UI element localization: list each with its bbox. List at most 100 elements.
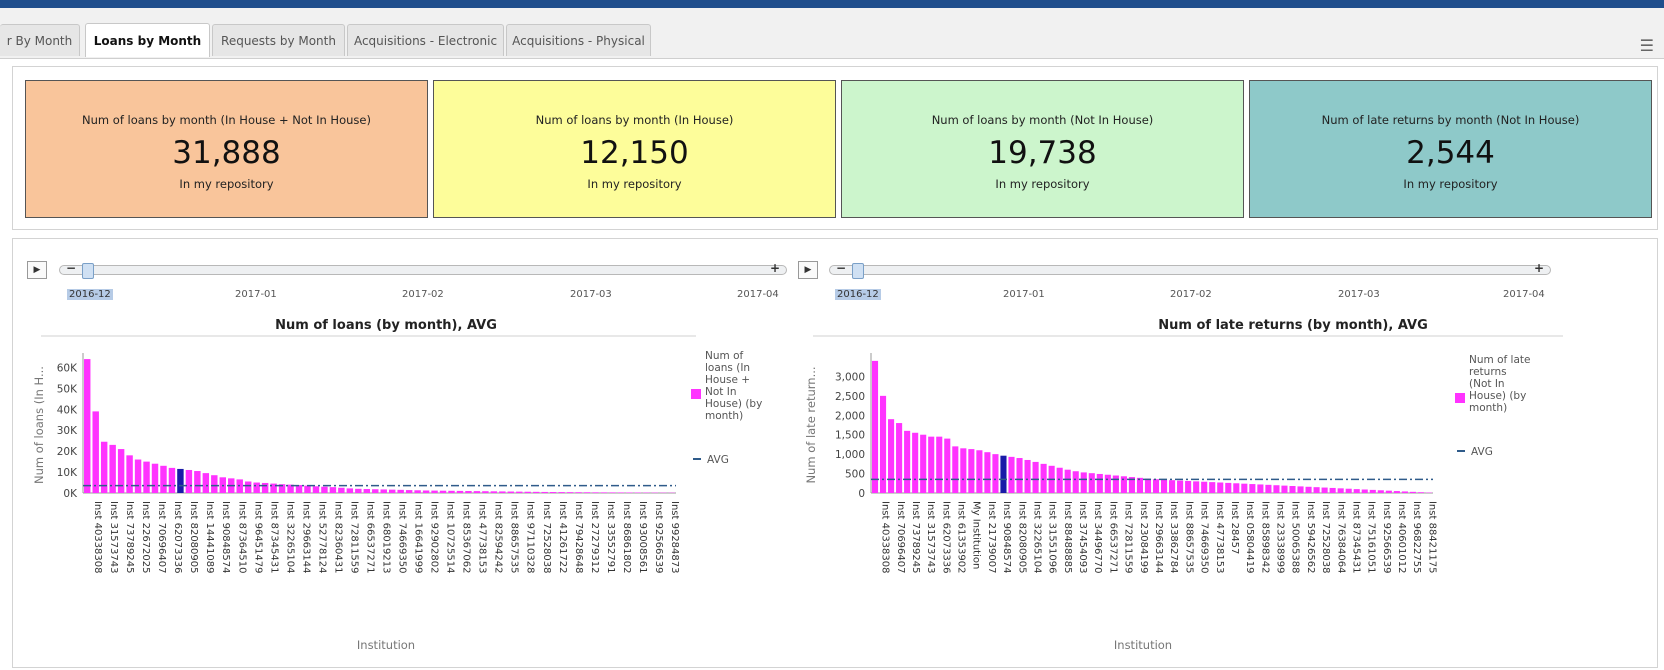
late-returns-chart: Num of late returns (by month), AVG 0 500 1… (804, 318, 1563, 652)
x-tick-label: Inst 96822755 (1411, 501, 1422, 574)
timeline-label[interactable]: 2017-04 (1503, 289, 1545, 300)
y-tick-label: 2,500 (835, 391, 865, 403)
kpi-title: Num of loans by month (In House + Not In… (82, 113, 371, 127)
bar (1265, 484, 1272, 493)
bar (1193, 481, 1200, 493)
y-axis-title: Num of late return... (804, 366, 818, 483)
timeline-handle[interactable] (852, 263, 864, 279)
timeline-label[interactable]: 2017-03 (1338, 289, 1380, 300)
tab-by-month[interactable]: r By Month (0, 24, 80, 56)
timeline-slider[interactable]: − + (829, 261, 1551, 279)
timeline-label[interactable]: 2017-02 (1170, 289, 1212, 300)
kpi-value: 2,544 (1406, 135, 1495, 171)
x-tick-label: Inst 93008561 (637, 501, 648, 574)
bar (1177, 480, 1184, 493)
zoom-out-icon[interactable]: − (66, 261, 76, 275)
bar (1377, 490, 1384, 493)
x-tick-label: Inst 37454093 (1077, 501, 1088, 574)
bar (1144, 478, 1152, 493)
tab-acquisitions-electronic[interactable]: Acquisitions - Electronic (347, 24, 504, 56)
x-tick-label: Inst 88657535 (1183, 501, 1194, 574)
timeline-label[interactable]: 2017-01 (235, 289, 277, 300)
tab-acquisitions-physical[interactable]: Acquisitions - Physical (506, 24, 651, 56)
bar (558, 492, 565, 493)
bar (261, 482, 269, 493)
x-tick-label: Inst 85898342 (1259, 501, 1270, 574)
y-tick-label: 20K (57, 446, 78, 458)
y-tick-label: 1,000 (835, 449, 865, 461)
zoom-in-icon[interactable]: + (770, 261, 780, 275)
bar (912, 432, 919, 493)
charts-panel: ▶ − + 2016-12 2017-01 2017-02 2017-03 20… (12, 238, 1658, 668)
bar (904, 430, 911, 493)
zoom-in-icon[interactable]: + (1534, 261, 1544, 275)
loans-chart: Num of loans (by month), AVG 0K 10K 20K 30K 4… (32, 318, 762, 652)
tab-label: r By Month (6, 33, 73, 48)
chart-title: Num of loans (by month), AVG (275, 318, 497, 333)
x-tick-label: Inst 23338999 (1275, 501, 1286, 574)
timeline-label-selected[interactable]: 2016-12 (67, 289, 113, 300)
x-tick-label: Inst 62073336 (172, 501, 183, 574)
x-tick-label: Inst 27279312 (589, 501, 600, 574)
bar (372, 489, 379, 493)
play-button[interactable]: ▶ (798, 261, 818, 279)
bar (533, 491, 540, 493)
bar (920, 434, 927, 493)
bar (1233, 483, 1240, 493)
tab-loans-by-month[interactable]: Loans by Month (85, 23, 210, 57)
x-tick-label: Inst 28457 (1229, 501, 1240, 554)
bar (346, 488, 354, 493)
bar (380, 489, 387, 493)
timeline-label-selected[interactable]: 2016-12 (835, 289, 881, 300)
timeline-slider[interactable]: − + (59, 261, 787, 279)
x-tick-label: Inst 96451479 (252, 501, 263, 574)
bar (422, 490, 430, 493)
x-tick-label: Inst 92566539 (1381, 501, 1392, 574)
bar (177, 468, 184, 493)
bar (1329, 487, 1336, 493)
x-tick-label: Inst 31573743 (925, 501, 936, 574)
tab-label: Acquisitions - Physical (512, 33, 645, 48)
bar (944, 438, 951, 493)
timeline-label[interactable]: 2017-04 (737, 289, 779, 300)
bar (1401, 491, 1408, 493)
zoom-out-icon[interactable]: − (836, 261, 846, 275)
bar (516, 491, 523, 493)
bar (1160, 479, 1168, 493)
legend-series-label: (Not In (1469, 378, 1505, 390)
bar (879, 395, 887, 493)
x-axis-title: Institution (1114, 638, 1172, 652)
x-tick-label: Inst 23084199 (1138, 501, 1149, 574)
options-menu-icon[interactable]: ☰ (1640, 36, 1654, 55)
tab-strip: r By Month Loans by Month Requests by Mo… (0, 8, 1664, 59)
x-tick-label: Inst 79428648 (573, 501, 584, 574)
kpi-card-not-in-house-loans: Num of loans by month (Not In House) 19,… (841, 80, 1244, 218)
y-tick-label: 500 (845, 469, 865, 481)
timeline-handle[interactable] (82, 263, 94, 279)
x-tick-label: Inst 61353902 (956, 501, 967, 574)
x-tick-label: Inst 82080905 (188, 501, 199, 574)
tab-requests-by-month[interactable]: Requests by Month (212, 24, 345, 56)
bar (1201, 481, 1208, 493)
bar (168, 467, 176, 493)
timeline-label[interactable]: 2017-03 (570, 289, 612, 300)
x-tick-label: Inst 76384064 (1335, 501, 1346, 574)
bar (312, 486, 320, 493)
legend-avg-label: AVG (1471, 446, 1493, 458)
timeline-label[interactable]: 2017-02 (402, 289, 444, 300)
legend-series-label: House) (by (705, 398, 762, 410)
kpi-title: Num of loans by month (Not In House) (931, 113, 1154, 127)
x-tick-label: Inst 40601012 (1396, 501, 1407, 574)
x-tick-label: Inst 41261722 (557, 501, 568, 574)
x-tick-label: Inst 88657535 (509, 501, 520, 574)
kpi-subtitle: In my repository (587, 177, 682, 191)
bar (1024, 459, 1031, 493)
kpi-value: 12,150 (580, 135, 689, 171)
x-tick-label: Inst 97110328 (525, 501, 536, 574)
play-button[interactable]: ▶ (27, 261, 47, 279)
bar (1353, 489, 1360, 493)
x-tick-label: Inst 99284873 (669, 501, 680, 574)
bar (1385, 490, 1392, 493)
timeline-label[interactable]: 2017-01 (1003, 289, 1045, 300)
bar (1185, 480, 1192, 493)
